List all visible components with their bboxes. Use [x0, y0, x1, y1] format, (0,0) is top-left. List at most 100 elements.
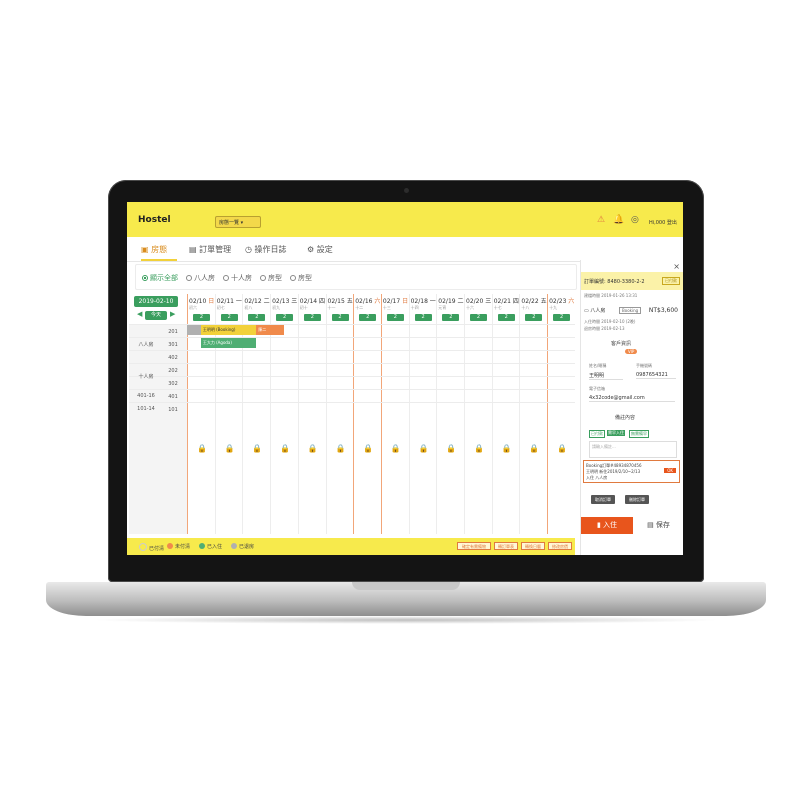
filter-eight[interactable]: 八人房: [186, 273, 215, 283]
notice-line-3: 入住 八人房: [586, 475, 608, 480]
email-field[interactable]: 4x32code@gmail.com: [589, 395, 675, 402]
room-row[interactable]: 301: [129, 337, 575, 350]
radio-icon: [142, 275, 148, 281]
save-button[interactable]: ▤ 保存: [633, 517, 683, 534]
app-logo: Hostel: [138, 215, 171, 225]
day-lunar-label: 十二: [355, 305, 364, 310]
day-date: 02/22 五: [521, 296, 546, 305]
checked-out-block[interactable]: [187, 325, 201, 335]
filter-type-a[interactable]: 房型: [260, 273, 282, 283]
day-lunar-label: 十四: [410, 305, 419, 310]
calendar-icon: ▣: [141, 245, 152, 254]
app-screen: Hostel 房態一覽 ▾ ⚠ 🔔 ◎ Hi,000 登出 ▣ 房態 ▤ 訂單管…: [127, 202, 683, 555]
availability-count: 2: [220, 314, 238, 321]
note-tag-paid[interactable]: 已付款: [589, 430, 605, 438]
room-row[interactable]: 302: [129, 376, 575, 389]
day-lunar-label: 元宵: [438, 305, 447, 310]
lock-icon[interactable]: 🔒: [197, 444, 207, 453]
day-weekday-label: 五: [346, 298, 353, 305]
close-icon[interactable]: ×: [673, 262, 680, 271]
lock-icon[interactable]: 🔒: [557, 444, 567, 453]
user-logout[interactable]: Hi,000 登出: [649, 219, 677, 226]
view-selector[interactable]: 房態一覽 ▾: [215, 216, 261, 228]
tab-logs[interactable]: ◷ 操作日誌: [245, 244, 287, 255]
room-row[interactable]: 202: [129, 363, 575, 376]
note-tag-early[interactable]: 需早入住: [607, 430, 625, 436]
room-row[interactable]: 101: [129, 402, 575, 415]
prev-arrow-icon[interactable]: ◀: [137, 310, 142, 318]
name-field[interactable]: 王明明: [589, 372, 623, 380]
lock-icon[interactable]: 🔒: [280, 444, 290, 453]
availability-count: 2: [331, 314, 349, 321]
availability-count: 2: [276, 314, 294, 321]
availability-count: 2: [303, 314, 321, 321]
notice-ok-button[interactable]: OK: [664, 468, 676, 473]
day-date: 02/17 日: [383, 296, 408, 305]
lock-icon[interactable]: 🔒: [474, 444, 484, 453]
day-date-label: 02/12: [244, 298, 264, 305]
bottom-button-3[interactable]: 轉換日曆: [521, 542, 545, 550]
legend-unpaid: 未付清: [167, 543, 190, 550]
tab-label: 房態: [151, 245, 168, 254]
bottom-button-1[interactable]: 確定有需備物: [457, 542, 491, 550]
day-weekday-label: 五: [540, 298, 547, 305]
delete-order-button[interactable]: 刪除訂單: [625, 495, 649, 504]
bottom-button-2[interactable]: 轉訂單表: [494, 542, 518, 550]
lock-icon[interactable]: 🔒: [363, 444, 373, 453]
filter-ten[interactable]: 十人房: [223, 273, 252, 283]
phone-label: 手機號碼: [636, 363, 652, 368]
lock-icon[interactable]: 🔒: [225, 444, 235, 453]
user-icon[interactable]: ◎: [631, 215, 639, 225]
day-weekday-label: 二: [263, 298, 270, 305]
alert-icon[interactable]: ⚠: [597, 215, 605, 225]
bottom-button-4[interactable]: 修改房價: [548, 542, 572, 550]
today-button[interactable]: 今天: [145, 311, 167, 320]
tab-room-status[interactable]: ▣ 房態: [141, 244, 167, 255]
day-date-label: 02/17: [382, 298, 403, 305]
legend-paid: 已付清: [139, 543, 164, 552]
day-lunar-label: 十三: [382, 305, 391, 310]
legend-dot: [167, 543, 173, 549]
cancel-order-button[interactable]: 取消訂單: [591, 495, 615, 504]
legend-dot: [231, 543, 237, 549]
next-arrow-icon[interactable]: ▶: [170, 310, 175, 318]
booking-bar[interactable]: 王明明 (Booking): [200, 325, 257, 335]
date-picker[interactable]: 2019-02-10: [134, 296, 178, 307]
day-date-label: 02/13: [272, 298, 292, 305]
legend-checkedin: 已入住: [199, 543, 222, 550]
lock-icon[interactable]: 🔒: [336, 444, 346, 453]
lock-icon[interactable]: 🔒: [529, 444, 539, 453]
tab-label: 操作日誌: [254, 245, 287, 254]
room-row[interactable]: 402: [129, 350, 575, 363]
tab-orders[interactable]: ▤ 訂單管理: [189, 244, 231, 255]
room-type-label: 八人房: [590, 308, 606, 314]
availability-count: 2: [414, 314, 432, 321]
note-textarea[interactable]: 請輸入備註...: [589, 441, 677, 458]
room-row[interactable]: 401: [129, 389, 575, 402]
checkin-button[interactable]: ▮ 入住: [581, 517, 633, 534]
filter-type-b[interactable]: 房型: [290, 273, 312, 283]
laptop-shadow: [90, 616, 722, 624]
tab-settings[interactable]: ⚙ 設定: [307, 244, 333, 255]
lock-icon[interactable]: 🔒: [502, 444, 512, 453]
checkin-label: 入住: [603, 521, 618, 529]
booking-bar[interactable]: 陳二: [256, 325, 284, 335]
bell-icon[interactable]: 🔔: [613, 215, 624, 225]
day-weekday-label: 一: [429, 298, 436, 305]
booking-bar[interactable]: 王大力 (Agoda): [200, 338, 257, 348]
customer-section-title: 客戶資訊: [611, 341, 632, 347]
lock-icon[interactable]: 🔒: [391, 444, 401, 453]
note-tag-nobreakfast[interactable]: 無需備早: [629, 430, 649, 438]
filter-all[interactable]: 顯示全部: [142, 273, 178, 283]
phone-field[interactable]: 0987654321: [636, 372, 676, 379]
lock-icon[interactable]: 🔒: [419, 444, 429, 453]
day-date-label: 02/20: [466, 298, 486, 305]
lock-icon[interactable]: 🔒: [252, 444, 262, 453]
room-type-label: 401-16: [137, 392, 155, 399]
lock-icon[interactable]: 🔒: [308, 444, 318, 453]
lock-icon[interactable]: 🔒: [446, 444, 456, 453]
price: NT$3,600: [648, 307, 678, 314]
save-label: 保存: [655, 521, 670, 529]
availability-count: 2: [470, 314, 487, 321]
day-weekday-label: 四: [319, 298, 326, 305]
